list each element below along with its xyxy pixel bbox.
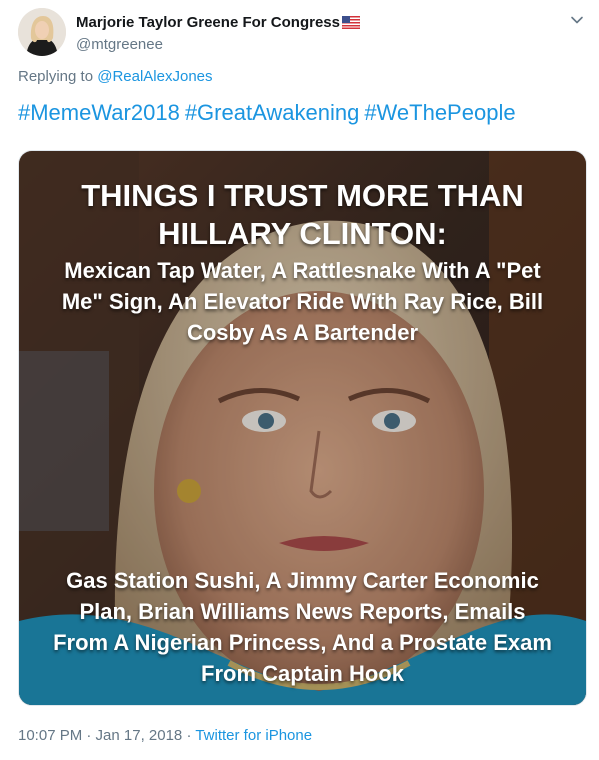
chevron-down-icon[interactable] bbox=[569, 12, 585, 28]
reply-prefix: Replying to bbox=[18, 68, 94, 85]
reply-context: Replying to @RealAlexJones bbox=[18, 68, 213, 85]
us-flag-icon bbox=[341, 15, 361, 33]
meme-heading: THINGS I TRUST MORE THAN HILLARY CLINTON… bbox=[81, 178, 524, 251]
tweet-media-image[interactable]: THINGS I TRUST MORE THAN HILLARY CLINTON… bbox=[18, 150, 587, 706]
meme-bottom-text: Gas Station Sushi, A Jimmy Carter Econom… bbox=[53, 568, 552, 686]
reply-mention-link[interactable]: @RealAlexJones bbox=[97, 68, 212, 85]
author-name-text: Marjorie Taylor Greene For Congress bbox=[76, 14, 340, 31]
author-name[interactable]: Marjorie Taylor Greene For Congress bbox=[76, 14, 361, 33]
tweet-timestamp[interactable]: 10:07 PM · Jan 17, 2018 · bbox=[18, 727, 191, 744]
tweet-hashtags: #MemeWar2018 #GreatAwakening #WeThePeople bbox=[18, 100, 521, 126]
hashtag-link[interactable]: #MemeWar2018 bbox=[18, 100, 180, 125]
meme-top-text: Mexican Tap Water, A Rattlesnake With A … bbox=[61, 258, 544, 345]
tweet-footer: 10:07 PM · Jan 17, 2018 · Twitter for iP… bbox=[18, 727, 312, 744]
author-handle[interactable]: @mtgreenee bbox=[76, 36, 163, 53]
avatar[interactable] bbox=[18, 8, 66, 56]
hashtag-link[interactable]: #GreatAwakening bbox=[185, 100, 360, 125]
tweet-source-link[interactable]: Twitter for iPhone bbox=[195, 727, 312, 744]
tweet: Marjorie Taylor Greene For Congress @mtg… bbox=[0, 0, 599, 760]
hashtag-link[interactable]: #WeThePeople bbox=[364, 100, 515, 125]
avatar-photo bbox=[18, 8, 66, 56]
